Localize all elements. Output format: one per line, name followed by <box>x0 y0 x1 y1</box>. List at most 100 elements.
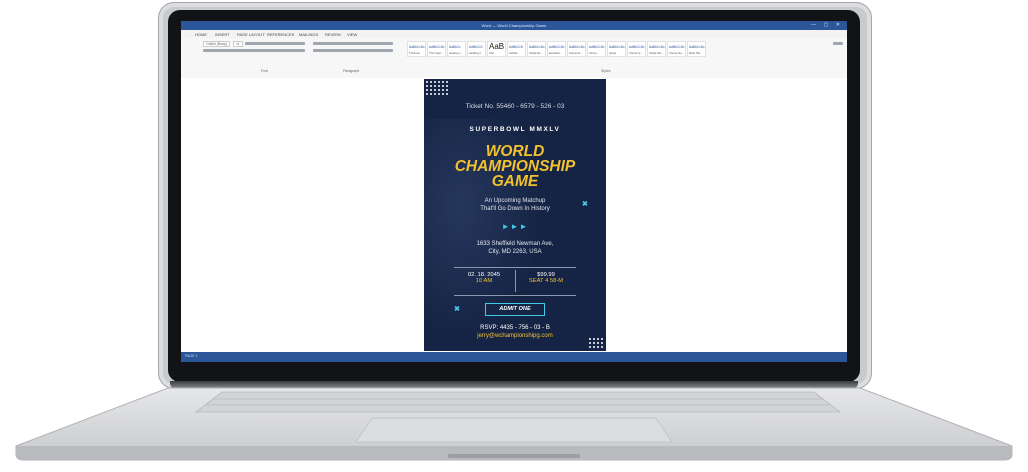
style-sample: AaBbCcDc <box>569 45 585 49</box>
style-sample: AaBbCc <box>449 45 461 49</box>
styles-group-label: Styles <box>601 69 611 73</box>
dot <box>426 81 428 83</box>
style-option[interactable]: AaBbCcC Heading 2 <box>467 41 486 57</box>
style-sample: AaB <box>489 42 505 51</box>
dot-pattern-bottom-right <box>589 338 603 348</box>
paragraph-tools-row-1[interactable] <box>313 42 393 45</box>
styles-gallery: AaBbCcDc ¶ Normal AaBbCcDc ¶ No Spac... AaBb… <box>407 41 706 57</box>
style-name: Subtle Ref... <box>649 52 664 55</box>
style-sample: AaBbCcDc <box>629 45 645 49</box>
tagline-line-2: That'll Go Down In History <box>480 206 550 212</box>
style-sample: AaBbCcDc <box>609 45 625 49</box>
style-name: Subtitle <box>509 52 518 55</box>
font-size-box[interactable]: 11 <box>233 41 243 47</box>
paragraph-group-label: Paragraph <box>343 69 360 73</box>
dot <box>446 89 448 91</box>
ribbon-tabs: HOME INSERT PAGE LAYOUT REFERENCES MAILI… <box>181 30 847 38</box>
event-series: SUPERBOWL MMXLV <box>469 126 561 133</box>
style-option[interactable]: AaBbCcDc Intense Q... <box>627 41 646 57</box>
style-option[interactable]: AaBbCcDc Strong <box>587 41 606 57</box>
style-sample: AaBbCcDc <box>409 45 425 49</box>
event-time: 10 AM <box>475 278 493 284</box>
dot <box>434 81 436 83</box>
font-tools-row-2[interactable] <box>203 49 305 52</box>
dot <box>597 346 599 348</box>
dot <box>438 81 440 83</box>
style-name: Heading 2 <box>469 52 481 55</box>
tab-insert[interactable]: INSERT <box>215 32 230 37</box>
style-option[interactable]: AaBbCcD Subtitle <box>507 41 526 57</box>
tab-mailings[interactable]: MAILINGS <box>299 32 318 37</box>
seat-number: SEAT 4 58-M <box>528 278 564 284</box>
dot <box>426 85 428 87</box>
dot <box>601 342 603 344</box>
tab-review[interactable]: REVIEW <box>325 32 341 37</box>
headline-line-3: GAME <box>491 173 539 190</box>
tab-home[interactable]: HOME <box>195 32 207 37</box>
address-line-2: City, MD 2263, USA <box>488 249 542 255</box>
paragraph-tools-row-2[interactable] <box>313 49 393 52</box>
style-option[interactable]: AaBbCcDc Quote <box>607 41 626 57</box>
style-option[interactable]: AaBbCc Heading 1 <box>447 41 466 57</box>
view-zoom-controls[interactable] <box>789 355 829 358</box>
style-sample: AaBbCcDc <box>649 45 665 49</box>
price-seat-cell: $99.99 SEAT 4 58-M <box>516 272 576 284</box>
dot <box>601 346 603 348</box>
style-sample: AaBbCcDc <box>669 45 685 49</box>
dot <box>442 93 444 95</box>
laptop-screen: Word — World Championship Game — ▢ ✕ HOM… <box>181 21 847 362</box>
style-name: Subtle Em... <box>529 52 544 55</box>
dot <box>442 81 444 83</box>
style-name: Intense Q... <box>629 52 643 55</box>
font-name-box[interactable]: Calibri (Body) <box>203 41 231 47</box>
font-group-label: Font <box>261 69 269 73</box>
ticket-flyer: Ticket No. 55460 - 6579 - 526 - 03 SUPER… <box>424 79 606 351</box>
divider-bottom <box>454 295 576 296</box>
tagline-line-1: An Upcoming Matchup <box>484 198 546 204</box>
dot <box>446 93 448 95</box>
dot <box>430 81 432 83</box>
style-name: Strong <box>589 52 597 55</box>
editing-tools[interactable] <box>833 42 843 45</box>
style-name: Quote <box>609 52 617 55</box>
dot <box>589 346 591 348</box>
font-tools-row-1[interactable] <box>245 42 305 45</box>
style-option[interactable]: AaBbCcDc Intense E... <box>567 41 586 57</box>
word-title-bar: Word — World Championship Game — ▢ ✕ <box>181 21 847 30</box>
style-sample: AaBbCcDc <box>529 45 545 49</box>
style-name: ¶ Normal <box>409 52 420 55</box>
style-option[interactable]: AaBbCcDc Emphasis <box>547 41 566 57</box>
style-option[interactable]: AaB Title <box>487 41 506 57</box>
style-sample: AaBbCcDc <box>549 45 565 49</box>
style-sample: AaBbCcD <box>509 45 523 49</box>
style-name: Intense Re... <box>669 52 684 55</box>
laptop-base <box>8 384 1020 464</box>
dot <box>438 93 440 95</box>
style-sample: AaBbCcDc <box>689 45 705 49</box>
dot <box>589 342 591 344</box>
style-option[interactable]: AaBbCcDc Subtle Ref... <box>647 41 666 57</box>
status-bar: PAGE 1 <box>181 352 847 362</box>
style-name: ¶ No Spac... <box>429 52 444 55</box>
tab-page-layout[interactable]: PAGE LAYOUT <box>237 32 265 37</box>
dot <box>426 93 428 95</box>
tab-view[interactable]: VIEW <box>347 32 357 37</box>
ticket-number: Ticket No. 55460 - 6579 - 526 - 03 <box>465 103 565 110</box>
style-option[interactable]: AaBbCcDc ¶ No Spac... <box>427 41 446 57</box>
style-option[interactable]: AaBbCcDc Subtle Em... <box>527 41 546 57</box>
style-option[interactable]: AaBbCcDc ¶ Normal <box>407 41 426 57</box>
dot <box>430 85 432 87</box>
headline-line-2: CHAMPIONSHIP <box>454 158 576 175</box>
date-time-cell: 02. 18. 2045 10 AM <box>454 272 514 284</box>
tab-references[interactable]: REFERENCES <box>267 32 294 37</box>
style-name: Book Title <box>689 52 701 55</box>
style-sample: AaBbCcDc <box>429 45 445 49</box>
arrows-icon: ►►► <box>501 222 529 231</box>
dot <box>446 81 448 83</box>
style-option[interactable]: AaBbCcDc Book Title <box>687 41 706 57</box>
admit-one-badge: ADMIT ONE <box>485 303 545 316</box>
window-controls[interactable]: — ▢ ✕ <box>811 22 843 28</box>
headline-line-1: WORLD <box>485 143 545 160</box>
dot <box>442 89 444 91</box>
style-option[interactable]: AaBbCcDc Intense Re... <box>667 41 686 57</box>
